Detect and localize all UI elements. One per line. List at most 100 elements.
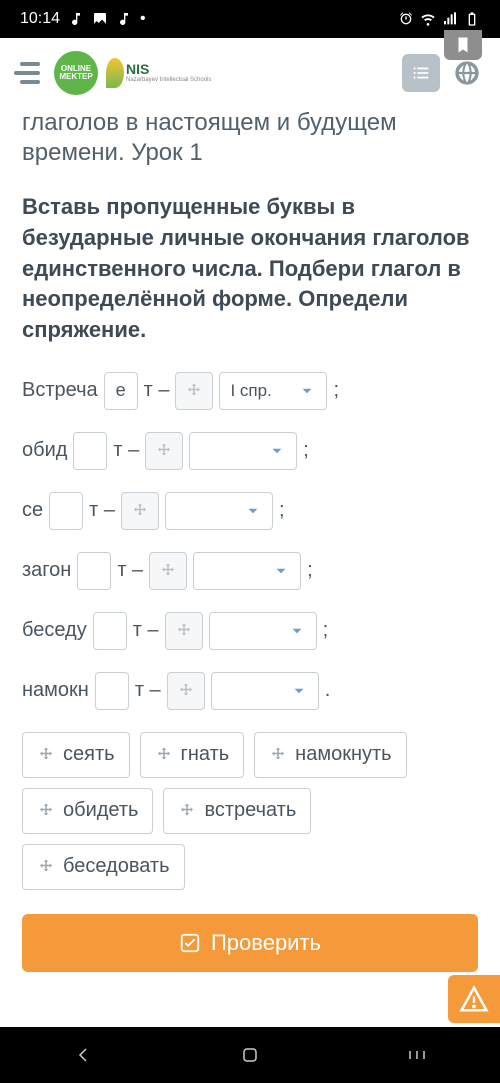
- verb-suffix: т –: [117, 559, 143, 582]
- letter-input[interactable]: [104, 372, 138, 410]
- infinitive-drop-target[interactable]: [145, 432, 183, 470]
- move-icon: [175, 622, 193, 640]
- verb-stem: намокн: [22, 679, 89, 702]
- conjugation-select[interactable]: [165, 492, 273, 530]
- move-icon: [37, 746, 55, 764]
- nis-leaf-icon: [106, 58, 124, 88]
- bookmark-icon: [454, 36, 472, 54]
- exercise-row: се т –;: [22, 492, 478, 530]
- word-bank: сеять гнать намокнуть обидеть встречать бесед…: [22, 732, 478, 890]
- move-icon: [37, 858, 55, 876]
- word-chip[interactable]: гнать: [140, 732, 245, 778]
- move-icon: [185, 382, 203, 400]
- infinitive-drop-target[interactable]: [165, 612, 203, 650]
- chevron-down-icon: [272, 562, 290, 580]
- infinitive-drop-target[interactable]: [121, 492, 159, 530]
- music-icon: [68, 11, 84, 27]
- row-punct: ;: [307, 559, 313, 582]
- letter-input[interactable]: [95, 672, 129, 710]
- conjugation-select[interactable]: [211, 672, 319, 710]
- lesson-title: глаголов в настоящем и будущем времени. …: [22, 108, 478, 168]
- conjugation-select[interactable]: [193, 552, 301, 590]
- signal-icon: [442, 11, 458, 27]
- conjugation-select[interactable]: [209, 612, 317, 650]
- menu-button[interactable]: [14, 62, 40, 84]
- word-chip-label: встречать: [204, 799, 296, 822]
- conjugation-select[interactable]: [189, 432, 297, 470]
- logo-online-mektep[interactable]: ONLINE MEKTEP: [54, 51, 98, 95]
- check-button[interactable]: Проверить: [22, 914, 478, 972]
- list-view-button[interactable]: [402, 54, 440, 92]
- list-icon: [410, 62, 432, 84]
- word-chip-label: сеять: [63, 743, 115, 766]
- select-value: I спр.: [230, 381, 271, 401]
- chevron-down-icon: [244, 502, 262, 520]
- verb-suffix: т –: [89, 499, 115, 522]
- exercise-row: загон т –;: [22, 552, 478, 590]
- android-status-bar: 10:14 •: [0, 0, 500, 38]
- row-punct: ;: [303, 439, 309, 462]
- word-chip-label: беседовать: [63, 855, 170, 878]
- verb-stem: Встреча: [22, 379, 98, 402]
- alarm-icon: [398, 11, 414, 27]
- row-punct: ;: [279, 499, 285, 522]
- word-chip-label: обидеть: [63, 799, 138, 822]
- move-icon: [177, 682, 195, 700]
- chevron-down-icon: [268, 442, 286, 460]
- status-time: 10:14: [20, 10, 60, 28]
- logo-nis-text: NIS: [126, 62, 211, 77]
- nav-back[interactable]: [71, 1043, 95, 1067]
- warning-icon: [459, 984, 489, 1014]
- infinitive-drop-target[interactable]: [175, 372, 213, 410]
- app-header: ONLINE MEKTEP NIS Nazarbayev Intellectua…: [0, 38, 500, 108]
- battery-icon: [464, 11, 480, 27]
- word-chip[interactable]: намокнуть: [254, 732, 406, 778]
- check-button-label: Проверить: [211, 930, 321, 956]
- move-icon: [37, 802, 55, 820]
- globe-icon: [453, 59, 481, 87]
- chevron-down-icon: [290, 682, 308, 700]
- infinitive-drop-target[interactable]: [167, 672, 205, 710]
- word-chip-label: намокнуть: [295, 743, 391, 766]
- logo-nis[interactable]: NIS Nazarbayev Intellectual Schools: [106, 58, 211, 88]
- word-chip[interactable]: сеять: [22, 732, 130, 778]
- verb-stem: се: [22, 499, 43, 522]
- row-punct: .: [325, 679, 331, 702]
- row-punct: ;: [323, 619, 329, 642]
- exercise-row: Встречат –I спр.;: [22, 372, 478, 410]
- music-icon-2: [116, 11, 132, 27]
- move-icon: [155, 746, 173, 764]
- infinitive-drop-target[interactable]: [149, 552, 187, 590]
- letter-input[interactable]: [77, 552, 111, 590]
- verb-stem: загон: [22, 559, 71, 582]
- move-icon: [131, 502, 149, 520]
- letter-input[interactable]: [73, 432, 107, 470]
- word-chip[interactable]: беседовать: [22, 844, 185, 890]
- row-punct: ;: [333, 379, 339, 402]
- nav-recent[interactable]: [405, 1043, 429, 1067]
- move-icon: [269, 746, 287, 764]
- exercise-row: намокн т –.: [22, 672, 478, 710]
- conjugation-select[interactable]: I спр.: [219, 372, 327, 410]
- word-chip[interactable]: встречать: [163, 788, 311, 834]
- wifi-icon: [420, 11, 436, 27]
- logo-online-bottom: MEKTEP: [59, 73, 92, 81]
- verb-suffix: т –: [133, 619, 159, 642]
- verb-suffix: т –: [135, 679, 161, 702]
- warning-badge[interactable]: [448, 975, 500, 1023]
- verb-suffix: т –: [113, 439, 139, 462]
- lesson-content: глаголов в настоящем и будущем времени. …: [0, 108, 500, 890]
- letter-input[interactable]: [93, 612, 127, 650]
- android-nav-bar: [0, 1027, 500, 1083]
- move-icon: [159, 562, 177, 580]
- lesson-instructions: Вставь пропущенные буквы в безударные ли…: [22, 192, 478, 346]
- nav-home[interactable]: [238, 1043, 262, 1067]
- chevron-down-icon: [288, 622, 306, 640]
- word-chip[interactable]: обидеть: [22, 788, 153, 834]
- letter-input[interactable]: [49, 492, 83, 530]
- verb-stem: обид: [22, 439, 67, 462]
- bookmark-tab[interactable]: [444, 30, 482, 60]
- move-icon: [155, 442, 173, 460]
- chevron-down-icon: [298, 382, 316, 400]
- image-icon: [92, 11, 108, 27]
